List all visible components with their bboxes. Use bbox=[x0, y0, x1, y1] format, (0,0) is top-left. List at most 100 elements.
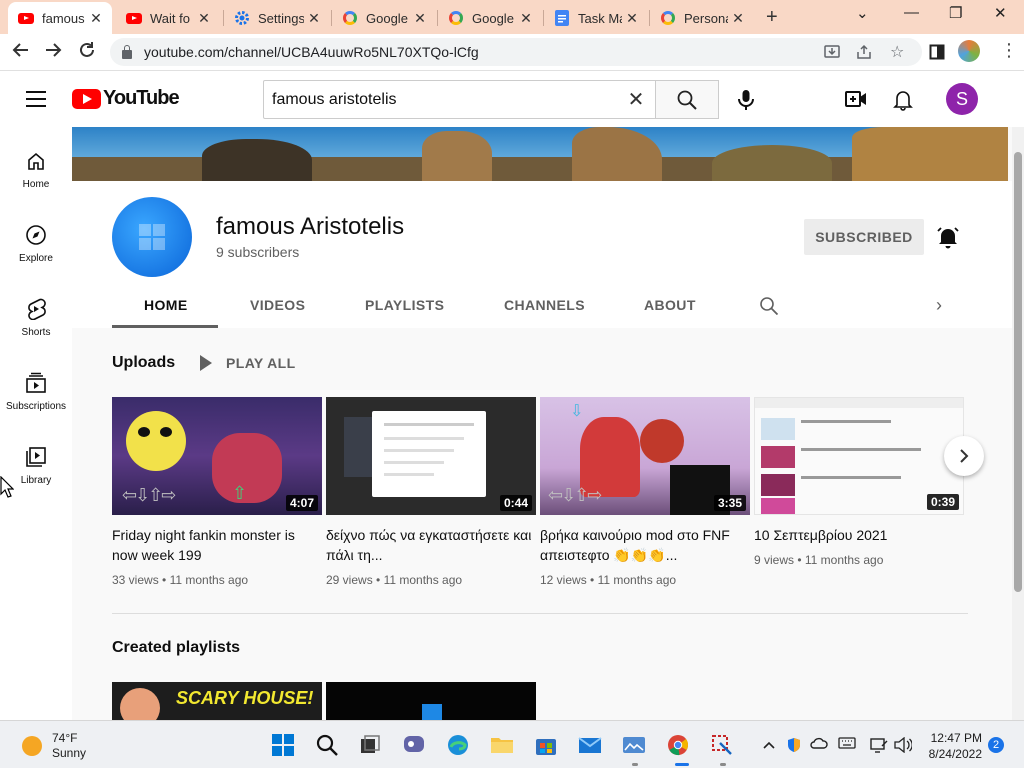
search-input[interactable]: famous aristotelis bbox=[264, 81, 617, 118]
youtube-logo[interactable]: YouTube bbox=[72, 87, 180, 110]
onedrive-cloud-icon[interactable] bbox=[810, 737, 828, 752]
playlist-thumbnail[interactable]: SCARY HOUSE! bbox=[112, 682, 322, 720]
task-view-icon[interactable] bbox=[358, 733, 382, 757]
close-tab-icon[interactable]: ✕ bbox=[304, 10, 324, 27]
tab-title: Google bbox=[472, 10, 514, 26]
tab-channels[interactable]: CHANNELS bbox=[504, 297, 585, 313]
play-all-label: PLAY ALL bbox=[226, 355, 296, 371]
tab-videos[interactable]: VIDEOS bbox=[250, 297, 305, 313]
account-avatar[interactable]: S bbox=[946, 83, 978, 115]
browser-profile-avatar[interactable] bbox=[958, 40, 980, 62]
install-app-icon[interactable] bbox=[824, 44, 840, 63]
tab-home[interactable]: HOME bbox=[144, 297, 188, 313]
side-panel-icon[interactable] bbox=[929, 44, 945, 65]
teams-chat-icon[interactable] bbox=[402, 733, 426, 757]
microsoft-store-icon[interactable] bbox=[534, 733, 558, 757]
notification-badge[interactable]: 2 bbox=[988, 737, 1004, 753]
guide-item-shorts[interactable]: Shorts bbox=[0, 297, 72, 338]
notifications-bell-icon[interactable] bbox=[893, 89, 913, 116]
search-icon[interactable] bbox=[315, 733, 339, 757]
scrollbar-thumb[interactable] bbox=[1014, 152, 1022, 592]
video-title[interactable]: βρήκα καινούριο mod στο FNF απειστεφτο 👏… bbox=[540, 525, 750, 565]
tab-playlists[interactable]: PLAYLISTS bbox=[365, 297, 444, 313]
bookmark-star-icon[interactable]: ☆ bbox=[890, 42, 904, 62]
close-window-button[interactable]: ✕ bbox=[994, 4, 1007, 22]
photos-icon[interactable] bbox=[622, 733, 646, 757]
minimize-button[interactable]: — bbox=[904, 4, 919, 21]
tabs-next-chevron-icon[interactable]: › bbox=[936, 295, 942, 316]
new-tab-button[interactable]: + bbox=[766, 6, 778, 29]
clear-search-icon[interactable]: ✕ bbox=[617, 81, 655, 118]
forward-arrow-icon[interactable] bbox=[44, 41, 62, 64]
video-title[interactable]: Friday night fankin monster is now week … bbox=[112, 525, 322, 565]
guide-item-home[interactable]: Home bbox=[0, 149, 72, 190]
edge-browser-icon[interactable] bbox=[446, 733, 470, 757]
weather-widget[interactable]: 74°F Sunny bbox=[22, 731, 86, 761]
playlist-thumb-text: SCARY HOUSE! bbox=[176, 688, 314, 708]
channel-search-icon[interactable] bbox=[760, 297, 779, 320]
channel-bell-icon[interactable] bbox=[936, 225, 960, 254]
snipping-tool-icon[interactable] bbox=[710, 733, 734, 757]
uploads-title[interactable]: Uploads bbox=[112, 354, 175, 372]
video-thumbnail[interactable]: ⇦⇩⇧⇨ ⇧ 4:07 bbox=[112, 397, 322, 515]
page-scrollbar[interactable] bbox=[1012, 127, 1024, 720]
video-card[interactable]: ⇦⇩⇧⇨ ⇩ 3:35 βρήκα καινούριο mod στο FNF … bbox=[540, 397, 750, 587]
video-thumbnail[interactable]: ⇦⇩⇧⇨ ⇩ 3:35 bbox=[540, 397, 750, 515]
share-icon[interactable] bbox=[856, 44, 872, 63]
video-thumbnail[interactable]: 0:44 bbox=[326, 397, 536, 515]
video-card[interactable]: 0:39 10 Σεπτεμβρίου 2021 9 views • 11 mo… bbox=[754, 397, 964, 567]
play-all-button[interactable]: PLAY ALL bbox=[200, 355, 296, 371]
video-thumbnail[interactable]: 0:39 bbox=[754, 397, 964, 515]
browser-tab-google-1[interactable]: Google ✕ bbox=[332, 4, 436, 32]
address-bar[interactable]: youtube.com/channel/UCBA4uuwRo5NL70XTQo-… bbox=[110, 38, 922, 66]
keyboard-icon[interactable] bbox=[838, 737, 856, 752]
menu-hamburger-icon[interactable] bbox=[26, 91, 46, 112]
guide-item-explore[interactable]: Explore bbox=[0, 223, 72, 264]
close-tab-icon[interactable]: ✕ bbox=[86, 10, 106, 27]
tab-title: Wait fo bbox=[150, 10, 190, 26]
browser-tab-personal[interactable]: Persona ✕ bbox=[650, 4, 754, 32]
volume-speaker-icon[interactable] bbox=[894, 736, 913, 756]
browser-tab-task[interactable]: Task Ma ✕ bbox=[544, 4, 648, 32]
chrome-icon[interactable] bbox=[666, 733, 690, 757]
carousel-next-button[interactable] bbox=[944, 436, 984, 476]
close-tab-icon[interactable]: ✕ bbox=[516, 10, 536, 27]
start-windows-icon[interactable] bbox=[271, 733, 295, 757]
mail-icon[interactable] bbox=[578, 733, 602, 757]
browser-tab-wait[interactable]: Wait fo ✕ bbox=[116, 4, 220, 32]
browser-tab-famous[interactable]: famous ✕ bbox=[8, 2, 112, 34]
video-title[interactable]: δείχνο πώς να εγκαταστήσετε και πάλι τη.… bbox=[326, 525, 536, 565]
security-shield-icon[interactable] bbox=[786, 737, 802, 756]
windows-taskbar: 74°F Sunny 12:47 PM 8/24/2022 2 bbox=[0, 720, 1024, 768]
reload-icon[interactable] bbox=[78, 41, 96, 64]
tab-search-chevron-icon[interactable]: ⌄ bbox=[856, 4, 869, 22]
address-url[interactable]: youtube.com/channel/UCBA4uuwRo5NL70XTQo-… bbox=[144, 44, 479, 60]
back-arrow-icon[interactable] bbox=[12, 41, 30, 64]
tab-about[interactable]: ABOUT bbox=[644, 297, 696, 313]
browser-tab-settings[interactable]: Settings ✕ bbox=[224, 4, 330, 32]
microphone-icon[interactable] bbox=[736, 89, 756, 116]
close-tab-icon[interactable]: ✕ bbox=[410, 10, 430, 27]
browser-menu-icon[interactable]: ⋮ bbox=[1000, 40, 1018, 61]
playlists-title[interactable]: Created playlists bbox=[112, 639, 240, 657]
close-tab-icon[interactable]: ✕ bbox=[194, 10, 214, 27]
close-tab-icon[interactable]: ✕ bbox=[728, 10, 748, 27]
channel-avatar[interactable] bbox=[112, 197, 192, 277]
browser-toolbar: youtube.com/channel/UCBA4uuwRo5NL70XTQo-… bbox=[0, 34, 1024, 71]
video-card[interactable]: ⇦⇩⇧⇨ ⇧ 4:07 Friday night fankin monster … bbox=[112, 397, 322, 587]
search-button[interactable] bbox=[655, 81, 718, 118]
show-hidden-icons-chevron-icon[interactable] bbox=[763, 737, 775, 752]
lock-icon[interactable] bbox=[122, 44, 132, 59]
guide-item-subscriptions[interactable]: Subscriptions bbox=[0, 371, 72, 412]
video-card[interactable]: 0:44 δείχνο πώς να εγκαταστήσετε και πάλ… bbox=[326, 397, 536, 587]
browser-tab-google-2[interactable]: Google ✕ bbox=[438, 4, 542, 32]
playlist-thumbnail[interactable] bbox=[326, 682, 536, 720]
system-clock[interactable]: 12:47 PM 8/24/2022 bbox=[924, 730, 982, 762]
close-tab-icon[interactable]: ✕ bbox=[622, 10, 642, 27]
network-monitor-icon[interactable] bbox=[870, 737, 888, 756]
file-explorer-icon[interactable] bbox=[490, 733, 514, 757]
subscribed-button[interactable]: SUBSCRIBED bbox=[804, 219, 924, 255]
restore-button[interactable]: ❐ bbox=[949, 4, 962, 22]
google-icon bbox=[342, 10, 358, 26]
create-video-icon[interactable] bbox=[845, 89, 867, 114]
